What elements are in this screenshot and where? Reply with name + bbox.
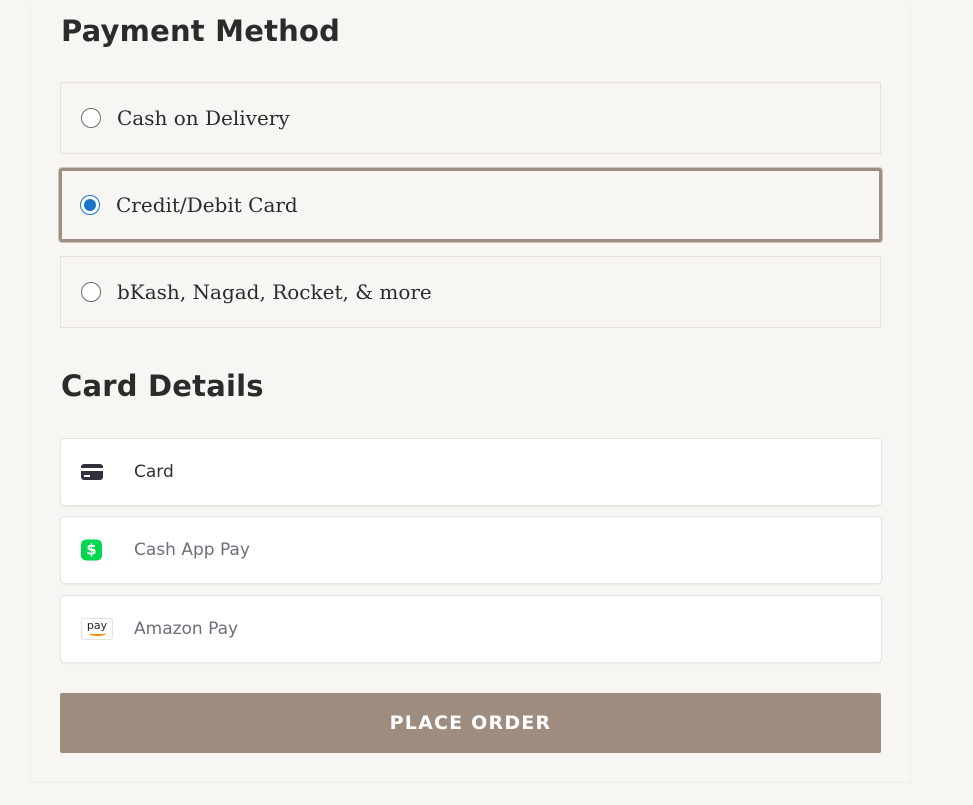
radio-button[interactable]: [81, 282, 101, 302]
payment-method-heading: Payment Method: [61, 14, 341, 48]
radio-button[interactable]: [81, 108, 101, 128]
card-method-label: Amazon Pay: [134, 619, 239, 639]
payment-option-credit-debit-card[interactable]: Credit/Debit Card: [59, 168, 882, 242]
card-method-card[interactable]: Card: [60, 438, 882, 506]
card-details-heading: Card Details: [61, 369, 264, 403]
place-order-button[interactable]: PLACE ORDER: [60, 693, 881, 753]
card-method-label: Card: [134, 462, 174, 482]
card-method-cash-app-pay[interactable]: $ Cash App Pay: [60, 516, 882, 584]
amazon-pay-icon: pay: [81, 618, 113, 640]
cash-app-icon: $: [81, 539, 102, 561]
radio-button-selected[interactable]: [80, 195, 100, 215]
payment-option-mobile-wallets[interactable]: bKash, Nagad, Rocket, & more: [60, 256, 881, 328]
card-method-label: Cash App Pay: [134, 540, 250, 560]
radio-dot: [84, 199, 96, 211]
payment-option-label: Credit/Debit Card: [116, 193, 298, 217]
payment-option-label: bKash, Nagad, Rocket, & more: [117, 280, 432, 304]
payment-option-label: Cash on Delivery: [117, 106, 290, 130]
credit-card-icon: [81, 464, 103, 480]
payment-option-cash-on-delivery[interactable]: Cash on Delivery: [60, 82, 881, 154]
card-method-amazon-pay[interactable]: pay Amazon Pay: [60, 595, 882, 663]
